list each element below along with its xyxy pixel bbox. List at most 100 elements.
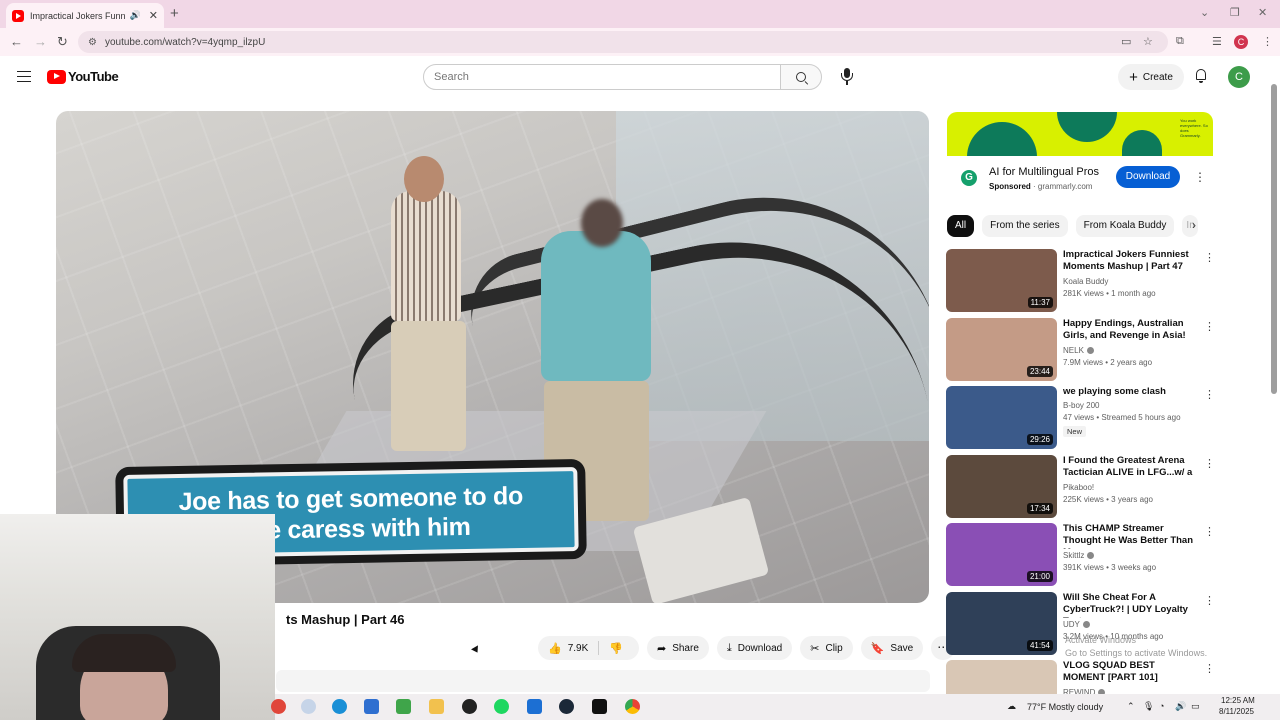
browser-tab-active[interactable]: Impractical Jokers Funniest 🔊 ✕ xyxy=(6,3,164,28)
volume-icon[interactable]: 🔊 xyxy=(1175,701,1186,712)
speaker-icon[interactable]: 🔊 xyxy=(130,10,141,21)
file-explorer-icon[interactable] xyxy=(429,699,444,714)
recommendation-channel[interactable]: Koala Buddy xyxy=(1063,277,1108,286)
ad-title[interactable]: AI for Multilingual Pros xyxy=(989,166,1099,178)
clip-button[interactable]: ✂ Clip xyxy=(800,636,853,660)
chip-from-koala-buddy[interactable]: From Koala Buddy xyxy=(1075,215,1175,237)
clock-date[interactable]: 8/11/2025 xyxy=(1219,707,1254,716)
video-thumbnail[interactable]: 17:34 xyxy=(946,454,1057,518)
spotify-icon[interactable] xyxy=(494,699,509,714)
battery-icon[interactable]: ▭ xyxy=(1191,701,1200,712)
video-thumbnail[interactable]: 41:54 xyxy=(946,591,1057,655)
search-button[interactable] xyxy=(780,64,822,90)
close-window-icon[interactable]: ✕ xyxy=(1258,6,1267,19)
back-arrow-icon[interactable]: ← xyxy=(10,34,23,49)
reload-icon[interactable]: ↻ xyxy=(57,34,68,50)
recommendation-channel[interactable]: NELK xyxy=(1063,346,1094,355)
recommendation-more-icon[interactable]: ⋮ xyxy=(1204,594,1215,607)
weather-text[interactable]: 77°F Mostly cloudy xyxy=(1027,702,1103,712)
hamburger-menu-icon[interactable] xyxy=(17,71,31,82)
recommendation-title[interactable]: Will She Cheat For A CyberTruck?! | UDY … xyxy=(1063,592,1193,618)
chrome-icon[interactable] xyxy=(625,699,640,714)
description-box[interactable] xyxy=(276,670,930,692)
outlook-icon[interactable] xyxy=(527,699,542,714)
bookmark-star-icon[interactable]: ☆ xyxy=(1143,35,1153,48)
taskbar-app-icon[interactable] xyxy=(462,699,477,714)
clip-label: Clip xyxy=(825,642,843,654)
recommendation-title[interactable]: Happy Endings, Australian Girls, and Rev… xyxy=(1063,318,1193,342)
microphone-icon[interactable] xyxy=(840,68,854,86)
chevron-up-icon[interactable]: ⌃ xyxy=(1127,701,1135,712)
ad-info-row: G AI for Multilingual Pros Sponsored · g… xyxy=(947,160,1213,198)
recommendation-more-icon[interactable]: ⋮ xyxy=(1204,525,1215,538)
chip-from-the-series[interactable]: From the series xyxy=(982,215,1068,237)
video-thumbnail[interactable]: 21:00 xyxy=(946,523,1057,586)
weather-icon[interactable]: ☁ xyxy=(1007,701,1016,712)
recommendation-more-icon[interactable]: ⋮ xyxy=(1204,662,1215,675)
recommendation-item[interactable]: 17:34 I Found the Greatest Arena Tacticia… xyxy=(946,454,1216,519)
share-button[interactable]: ➦ Share xyxy=(646,636,709,660)
scrollbar-thumb[interactable] xyxy=(1271,84,1277,394)
tab-close-icon[interactable]: ✕ xyxy=(149,9,158,22)
download-button[interactable]: ⤓ Download xyxy=(716,636,793,660)
recommendation-more-icon[interactable]: ⋮ xyxy=(1204,388,1215,401)
recommendation-channel[interactable]: Skittlz xyxy=(1063,551,1095,560)
ad-more-icon[interactable]: ⋮ xyxy=(1194,170,1206,184)
recommendation-title[interactable]: VLOG SQUAD BEST MOMENT [PART 101] xyxy=(1063,660,1193,684)
recommendation-more-icon[interactable]: ⋮ xyxy=(1204,320,1215,333)
recommendation-item[interactable]: 21:00 This CHAMP Streamer Thought He Was … xyxy=(946,523,1216,587)
taskbar-app-icon[interactable] xyxy=(271,699,286,714)
ad-download-button[interactable]: Download xyxy=(1116,166,1180,188)
edge-icon[interactable] xyxy=(332,699,347,714)
recommendation-title[interactable]: we playing some clash xyxy=(1063,386,1193,398)
video-thumbnail[interactable]: 23:44 xyxy=(946,317,1057,381)
address-bar[interactable]: ⚙ youtube.com/watch?v=4yqmp_ilzpU xyxy=(78,31,1168,53)
kebab-menu-icon[interactable]: ⋮ xyxy=(1262,35,1273,48)
recommendation-channel[interactable]: B-boy 200 xyxy=(1063,401,1099,410)
thumbs-down-icon[interactable]: 👎 xyxy=(609,642,623,655)
save-button[interactable]: 🔖 Save xyxy=(860,636,924,660)
recommendation-channel[interactable]: UDY xyxy=(1063,620,1090,629)
browser-profile-avatar[interactable]: C xyxy=(1234,35,1248,49)
chip-all[interactable]: All xyxy=(947,215,975,237)
store-icon[interactable] xyxy=(364,699,379,714)
restore-window-icon[interactable]: ❐ xyxy=(1230,6,1240,19)
taskbar-app-icon[interactable] xyxy=(301,699,316,714)
forward-arrow-icon[interactable]: → xyxy=(34,34,47,49)
recommendation-title[interactable]: This CHAMP Streamer Thought He Was Bette… xyxy=(1063,523,1193,549)
clock-time[interactable]: 12:25 AM xyxy=(1221,696,1255,705)
cast-icon[interactable]: ▭ xyxy=(1121,35,1131,48)
recommendation-more-icon[interactable]: ⋮ xyxy=(1204,251,1215,264)
reading-list-icon[interactable]: ☰ xyxy=(1212,35,1222,48)
recommendation-channel[interactable]: Pikaboo! xyxy=(1063,483,1094,492)
video-thumbnail[interactable]: 11:37 xyxy=(946,249,1057,312)
new-tab-icon[interactable]: + xyxy=(170,5,179,22)
recommendation-item[interactable]: 29:26 we playing some clash B-boy 200 47 vi… xyxy=(946,386,1216,450)
recommendation-item[interactable]: 41:54 Will She Cheat For A CyberTruck?! |… xyxy=(946,591,1216,656)
site-info-icon[interactable]: ⚙ xyxy=(88,37,97,48)
recommendation-item[interactable]: 11:37 Impractical Jokers Funniest Moments… xyxy=(946,249,1216,313)
search-input[interactable]: Search xyxy=(423,64,781,90)
youtube-logo[interactable]: YouTube xyxy=(47,69,119,84)
wifi-icon[interactable]: ◔ xyxy=(1159,701,1164,711)
page-scrollbar[interactable] xyxy=(1270,66,1278,696)
ad-banner-image[interactable] xyxy=(947,112,1213,156)
steam-icon[interactable] xyxy=(559,699,574,714)
chip-in[interactable]: In xyxy=(1182,215,1199,237)
minecraft-icon[interactable] xyxy=(396,699,411,714)
extensions-icon[interactable]: ⧉ xyxy=(1176,35,1184,48)
notifications-bell-icon[interactable] xyxy=(1194,68,1208,84)
thumbs-up-icon[interactable]: 👍 xyxy=(548,642,562,655)
create-button[interactable]: + Create xyxy=(1118,64,1184,90)
chevron-right-icon[interactable]: › xyxy=(1192,218,1196,232)
recommendation-title[interactable]: Impractical Jokers Funniest Moments Mash… xyxy=(1063,249,1193,273)
capcut-icon[interactable] xyxy=(592,699,607,714)
like-count[interactable]: 7.9K xyxy=(568,643,589,654)
recommendation-more-icon[interactable]: ⋮ xyxy=(1204,457,1215,470)
recommendation-item[interactable]: 23:44 Happy Endings, Australian Girls, an… xyxy=(946,317,1216,382)
video-thumbnail[interactable]: 29:26 xyxy=(946,386,1057,449)
tray-mic-icon[interactable]: 🎙 xyxy=(1143,701,1154,712)
recommendation-title[interactable]: I Found the Greatest Arena Tactician ALI… xyxy=(1063,455,1193,481)
account-avatar[interactable]: C xyxy=(1228,66,1250,88)
chevron-down-icon[interactable]: ⌄ xyxy=(1200,6,1209,19)
